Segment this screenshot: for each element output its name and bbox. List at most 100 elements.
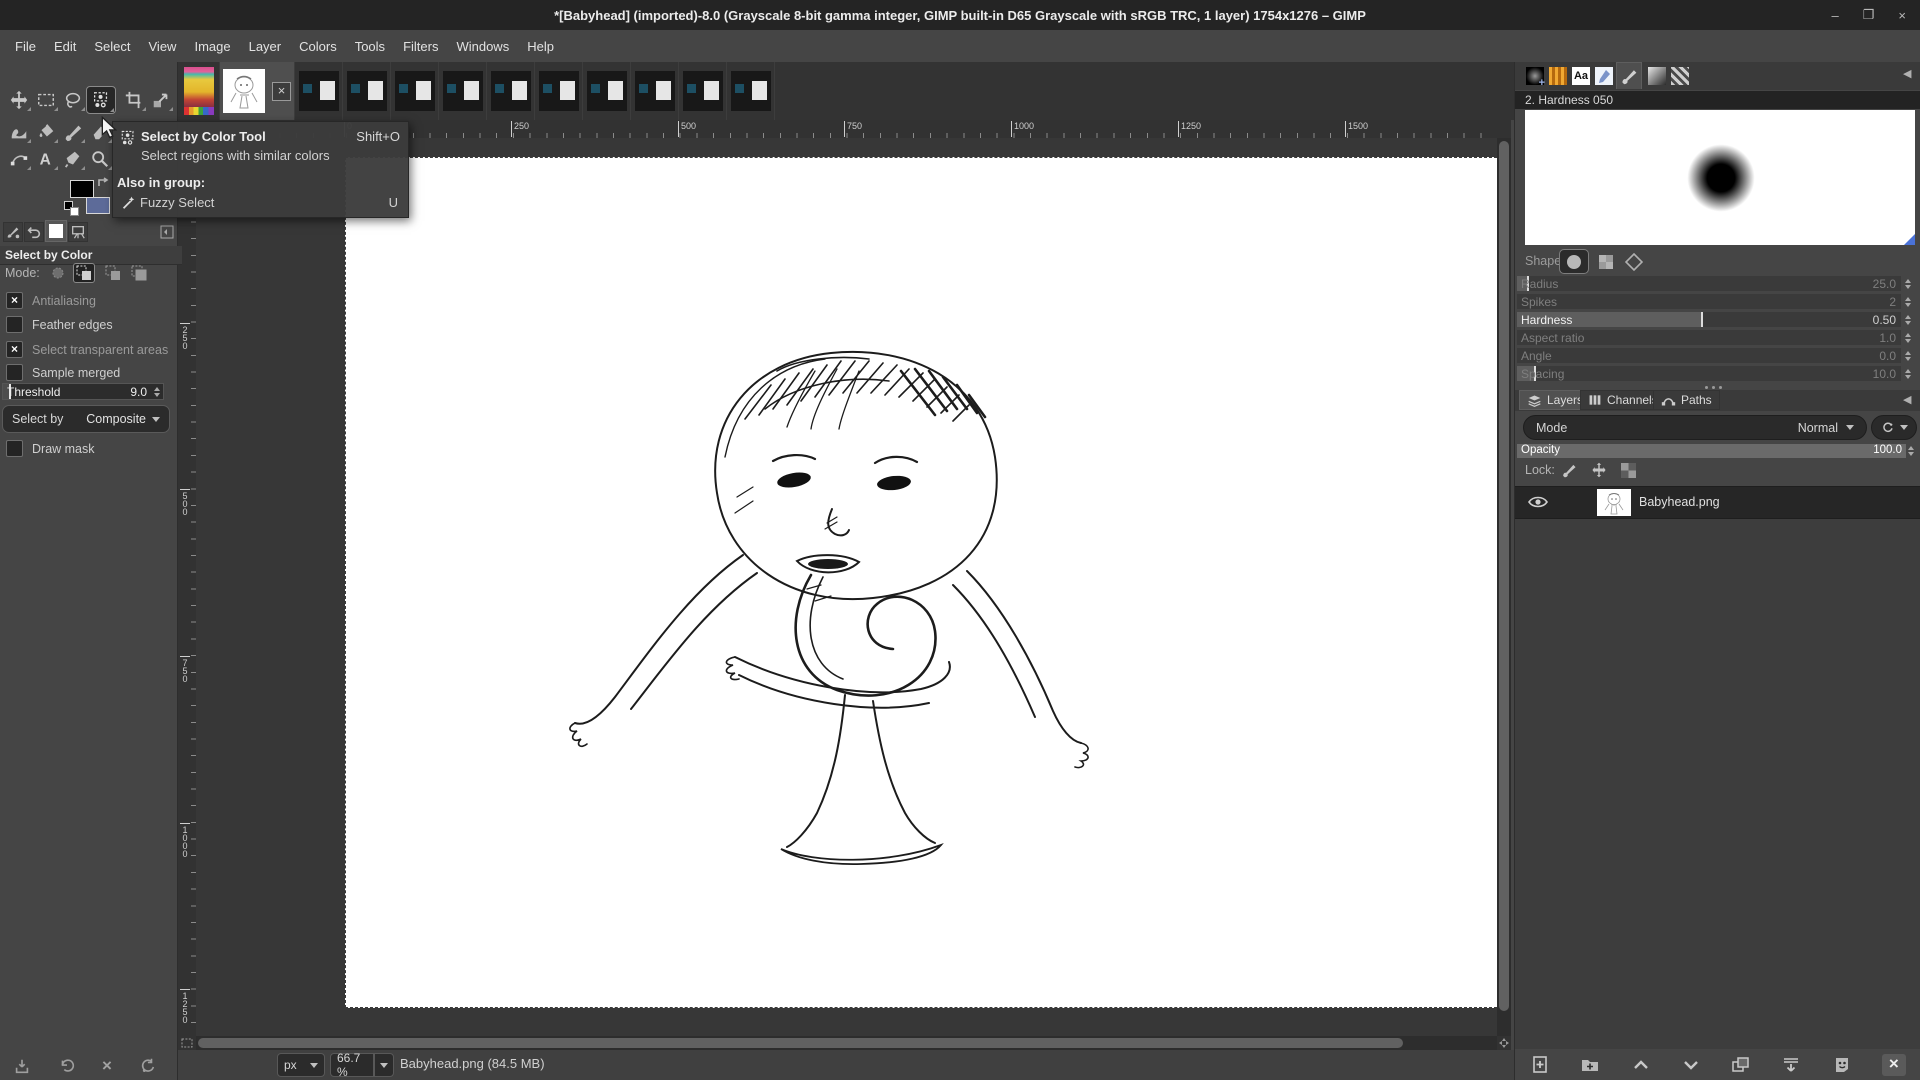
tool-rectangle-select[interactable] — [33, 88, 59, 112]
menu-select[interactable]: Select — [85, 33, 139, 60]
radius-spinner[interactable] — [1905, 279, 1911, 289]
menu-help[interactable]: Help — [518, 33, 563, 60]
mode-add-button[interactable] — [73, 263, 95, 283]
image-tab-babyhead-active[interactable]: × — [220, 62, 295, 120]
layer-mode-reset-button[interactable] — [1871, 415, 1917, 440]
tool-move[interactable] — [6, 88, 32, 112]
image-tab[interactable] — [631, 62, 679, 120]
checkbox-select-transparent[interactable]: × Select transparent areas — [6, 341, 168, 358]
minimize-button[interactable]: – — [1832, 8, 1839, 23]
tool-unified-transform[interactable] — [148, 88, 174, 112]
brush-preview[interactable] — [1525, 110, 1915, 245]
checkbox-feather-edges[interactable]: Feather edges — [6, 316, 113, 333]
spacing-spinner[interactable] — [1905, 369, 1911, 379]
collapse-dock-icon[interactable]: ◀ — [1903, 67, 1911, 80]
tab-undo-history[interactable] — [24, 222, 44, 242]
tool-free-select[interactable] — [60, 88, 86, 112]
tab-gradients[interactable] — [1646, 65, 1668, 87]
shape-diamond-button[interactable] — [1623, 251, 1645, 273]
aspect-ratio-slider[interactable]: Aspect ratio1.0 — [1517, 330, 1901, 345]
duplicate-layer-button[interactable] — [1731, 1055, 1751, 1075]
menu-view[interactable]: View — [140, 33, 186, 60]
swap-colors-icon[interactable] — [96, 176, 110, 188]
tool-paths[interactable] — [6, 147, 32, 171]
dock-menu-icon[interactable] — [157, 222, 177, 242]
tab-document-history[interactable] — [1593, 65, 1615, 87]
new-layer-button[interactable] — [1530, 1055, 1550, 1075]
delete-layer-button[interactable]: × — [1882, 1054, 1906, 1076]
layer-thumbnail[interactable] — [1597, 489, 1631, 516]
tool-zoom[interactable] — [87, 147, 113, 171]
zoom-value[interactable]: 66.7 % — [330, 1053, 374, 1077]
tool-select-by-color-active[interactable] — [86, 86, 116, 114]
merge-layer-button[interactable] — [1781, 1055, 1801, 1075]
lock-alpha-icon[interactable] — [1621, 463, 1636, 478]
layer-visibility-eye-icon[interactable] — [1523, 488, 1553, 515]
menu-layer[interactable]: Layer — [240, 33, 291, 60]
tool-paintbrush[interactable] — [60, 120, 86, 144]
add-mask-button[interactable] — [1832, 1055, 1852, 1075]
tab-image-thumbnail-active[interactable] — [45, 220, 67, 242]
select-by-dropdown[interactable]: Select by Composite — [2, 405, 170, 433]
aspect-spinner[interactable] — [1905, 333, 1911, 343]
foreground-color-swatch[interactable] — [70, 180, 94, 198]
collapse-dock-icon[interactable]: ◀ — [1903, 393, 1911, 406]
mode-intersect-button[interactable] — [128, 263, 150, 283]
background-color-swatch[interactable] — [86, 197, 110, 214]
quick-mask-toggle[interactable] — [178, 1036, 196, 1050]
canvas-viewport[interactable] — [196, 138, 1497, 1036]
horizontal-scrollbar[interactable] — [196, 1036, 1497, 1050]
shape-square-button[interactable] — [1595, 251, 1617, 273]
spikes-slider[interactable]: Spikes2 — [1517, 294, 1901, 309]
mode-subtract-button[interactable] — [102, 263, 124, 283]
image-tab[interactable] — [295, 62, 343, 120]
close-button[interactable]: × — [1898, 8, 1906, 23]
menu-filters[interactable]: Filters — [394, 33, 447, 60]
angle-spinner[interactable] — [1905, 351, 1911, 361]
zoom-follow-window-icon[interactable] — [1497, 120, 1511, 138]
image-tab[interactable] — [535, 62, 583, 120]
tab-palettes[interactable] — [1669, 65, 1691, 87]
horizontal-scrollbar-thumb[interactable] — [198, 1038, 1403, 1048]
image-tab[interactable] — [343, 62, 391, 120]
vertical-scrollbar-thumb[interactable] — [1499, 141, 1509, 1011]
preview-resize-handle[interactable] — [1904, 234, 1915, 245]
new-layer-group-button[interactable] — [1580, 1055, 1600, 1075]
threshold-spinner[interactable] — [154, 387, 160, 397]
close-tab-icon[interactable]: × — [272, 82, 291, 101]
canvas-image[interactable] — [345, 157, 1497, 1008]
mode-replace-button[interactable] — [47, 263, 69, 283]
tool-text[interactable]: A — [33, 147, 59, 171]
lock-position-icon[interactable] — [1591, 462, 1607, 478]
menu-colors[interactable]: Colors — [290, 33, 346, 60]
delete-tool-preset-button[interactable]: × — [95, 1054, 119, 1078]
hardness-slider[interactable]: Hardness0.50 — [1517, 312, 1901, 327]
image-tab[interactable] — [439, 62, 487, 120]
menu-edit[interactable]: Edit — [45, 33, 85, 60]
spikes-spinner[interactable] — [1905, 297, 1911, 307]
lock-pixels-icon[interactable] — [1561, 462, 1577, 478]
hardness-spinner[interactable] — [1905, 315, 1911, 325]
image-tab[interactable] — [487, 62, 535, 120]
angle-slider[interactable]: Angle0.0 — [1517, 348, 1901, 363]
opacity-spinner[interactable] — [1908, 446, 1914, 456]
tooltip-group-item[interactable]: Fuzzy Select — [140, 195, 214, 210]
zoom-dropdown[interactable] — [374, 1053, 394, 1077]
image-tab[interactable] — [679, 62, 727, 120]
lower-layer-button[interactable] — [1681, 1055, 1701, 1075]
save-tool-preset-button[interactable] — [10, 1054, 34, 1078]
raise-layer-button[interactable] — [1631, 1055, 1651, 1075]
menu-windows[interactable]: Windows — [447, 33, 518, 60]
menu-tools[interactable]: Tools — [346, 33, 394, 60]
unit-dropdown[interactable]: px — [277, 1053, 325, 1077]
threshold-slider[interactable]: Threshold 9.0 — [2, 383, 164, 400]
checkbox-antialiasing[interactable]: × Antialiasing — [6, 292, 96, 309]
menu-image[interactable]: Image — [185, 33, 239, 60]
image-tab[interactable] — [727, 62, 775, 120]
tool-ink[interactable] — [60, 147, 86, 171]
spacing-slider[interactable]: Spacing10.0 — [1517, 366, 1901, 381]
maximize-button[interactable]: ❐ — [1863, 7, 1875, 23]
reset-tool-options-button[interactable] — [135, 1054, 159, 1078]
menu-file[interactable]: File — [6, 33, 45, 60]
tool-bucket-fill[interactable] — [33, 120, 59, 144]
